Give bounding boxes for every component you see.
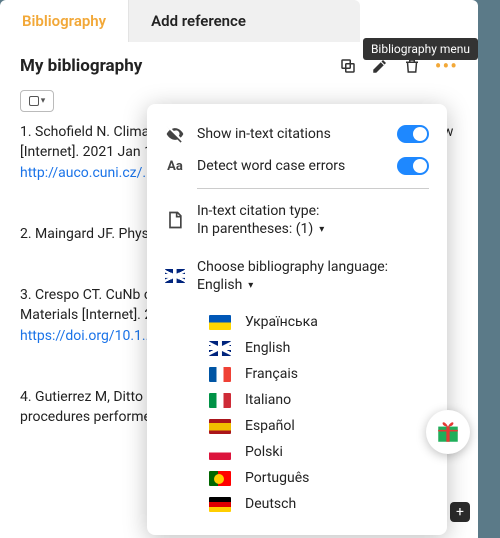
menu-detect-case-label: Detect word case errors (197, 158, 385, 174)
language-option[interactable]: Deutsch (147, 491, 447, 517)
tab-bibliography[interactable]: Bibliography (0, 0, 128, 42)
language-name: Polski (245, 444, 283, 460)
language-option[interactable]: Español (147, 413, 447, 439)
language-name: Italiano (245, 392, 291, 408)
choose-language-label: Choose bibliography language: (197, 259, 429, 275)
language-name: Deutsch (245, 496, 296, 512)
tooltip-bib-menu: Bibliography menu (363, 38, 478, 60)
language-option[interactable]: Français (147, 361, 447, 387)
flag-icon (165, 266, 185, 286)
menu-divider (197, 188, 429, 189)
language-name: English (245, 340, 290, 356)
bibliography-menu: Show in-text citations Aa Detect word ca… (147, 104, 447, 535)
language-name: Español (245, 418, 295, 434)
language-name: Українська (245, 314, 318, 330)
language-option[interactable]: Українська (147, 309, 447, 335)
flag-icon (209, 367, 231, 382)
citation-type-label: In-text citation type: (197, 203, 429, 219)
toggle-show-citations[interactable] (397, 125, 429, 143)
flag-icon (209, 471, 231, 486)
language-dropdown[interactable]: English ▾ (197, 277, 429, 293)
select-all-checkbox[interactable]: ▾ (20, 90, 54, 112)
flag-icon (209, 419, 231, 434)
language-option[interactable]: Italiano (147, 387, 447, 413)
menu-show-citations-label: Show in-text citations (197, 126, 385, 142)
reference-link[interactable]: http://auco.cuni.cz/... (20, 165, 153, 181)
toggle-detect-case[interactable] (397, 157, 429, 175)
language-name: Français (245, 366, 298, 382)
flag-icon (209, 445, 231, 460)
chevron-down-icon: ▾ (319, 224, 324, 235)
gift-button[interactable] (426, 410, 470, 454)
language-name: Português (245, 470, 309, 486)
flag-icon (209, 341, 231, 356)
add-button[interactable]: + (450, 502, 470, 522)
more-menu-icon[interactable]: ••• (435, 61, 458, 71)
tab-add-reference[interactable]: Add reference (128, 0, 360, 42)
copy-icon[interactable] (339, 57, 357, 75)
flag-icon (209, 497, 231, 512)
page-title: My bibliography (20, 56, 339, 76)
reference-link[interactable]: https://doi.org/10.1... (20, 328, 153, 344)
chevron-down-icon: ▾ (248, 280, 253, 291)
language-option[interactable]: Polski (147, 439, 447, 465)
citation-type-dropdown[interactable]: In parentheses: (1) ▾ (197, 221, 429, 237)
text-case-icon: Aa (165, 156, 185, 176)
flag-icon (209, 315, 231, 330)
language-option[interactable]: English (147, 335, 447, 361)
document-icon (165, 210, 185, 230)
flag-icon (209, 393, 231, 408)
eye-off-icon (165, 124, 185, 144)
language-option[interactable]: Português (147, 465, 447, 491)
